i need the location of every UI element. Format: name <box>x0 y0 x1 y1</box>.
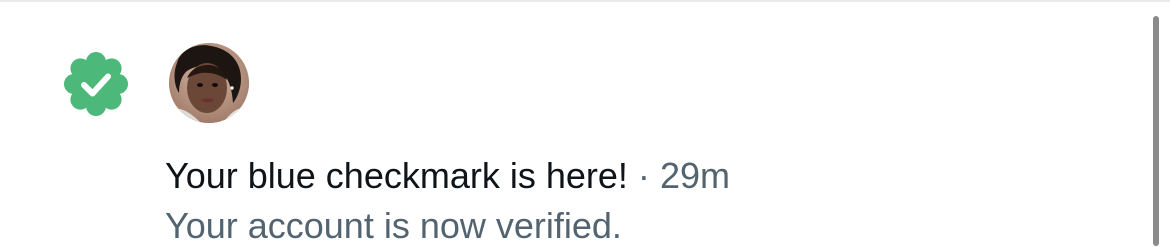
verified-badge-icon <box>64 52 128 116</box>
scrollbar-thumb[interactable] <box>1153 16 1159 246</box>
vertical-scrollbar[interactable] <box>1150 16 1162 246</box>
notification-title-line: Your blue checkmark is here! · 29m <box>165 154 1105 198</box>
notification-text: Your blue checkmark is here! · 29m Your … <box>165 154 1105 247</box>
notification-time: 29m <box>659 155 730 196</box>
notification-title: Your blue checkmark is here! <box>165 155 628 196</box>
verification-notification[interactable]: Your blue checkmark is here! · 29m Your … <box>0 2 1140 247</box>
timestamp-separator: · <box>637 155 650 196</box>
notification-subtitle: Your account is now verified. <box>165 205 622 246</box>
user-avatar[interactable] <box>169 43 249 123</box>
notification-panel: Your blue checkmark is here! · 29m Your … <box>0 0 1170 247</box>
